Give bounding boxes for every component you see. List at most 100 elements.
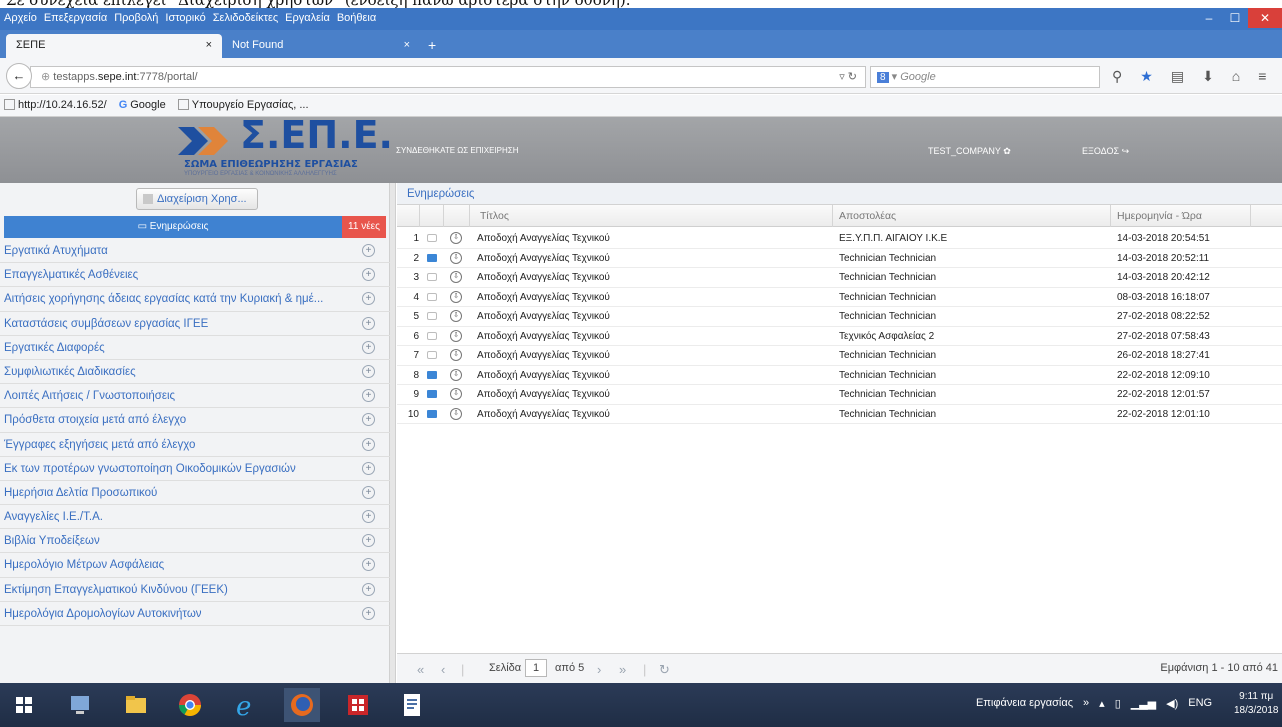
download-icon[interactable]: ⇩ [450, 407, 462, 420]
taskbar-ie[interactable]: e [228, 688, 264, 722]
panel-splitter[interactable] [390, 183, 396, 683]
download-icon[interactable]: ⇩ [450, 290, 462, 303]
menu-edit[interactable]: Επεξεργασία [44, 12, 107, 24]
reload-icon[interactable]: ▿ ↻ [839, 70, 857, 83]
expand-plus-icon[interactable]: + [362, 582, 375, 596]
col-sender[interactable]: Αποστολέας [833, 205, 1111, 227]
sidebar-item[interactable]: Πρόσθετα στοιχεία μετά από έλεγχο + [0, 408, 390, 433]
search-box[interactable]: 8 ▾ Google [870, 66, 1100, 88]
maximize-button[interactable]: ☐ [1222, 8, 1248, 28]
table-row[interactable]: 7 ⇩ Αποδοχή Αναγγελίας Τεχνικού Technician … [397, 346, 1282, 366]
expand-plus-icon[interactable]: + [362, 389, 375, 403]
company-menu[interactable]: TEST_COMPANY ✿ [928, 146, 1011, 157]
bookmark-item[interactable]: G Google [119, 99, 166, 111]
start-button[interactable] [6, 688, 42, 722]
sidebar-item[interactable]: Επαγγελματικές Ασθένειες + [0, 263, 390, 288]
taskbar-chrome[interactable] [172, 688, 208, 722]
page-number-input[interactable]: 1 [525, 659, 547, 677]
bookmark-item[interactable]: Υπουργείο Εργασίας, ... [177, 99, 309, 111]
taskbar-app-icon[interactable] [62, 688, 98, 722]
sidebar-item[interactable]: Ημερολόγια Δρομολογίων Αυτοκινήτων + [0, 602, 390, 626]
tab-not-found[interactable]: Not Found × [222, 34, 420, 58]
bookmark-star-icon[interactable]: ★ [1140, 68, 1153, 85]
expand-plus-icon[interactable]: + [362, 510, 375, 524]
menu-help[interactable]: Βοήθεια [337, 12, 376, 24]
tab-close-icon[interactable]: × [404, 39, 410, 51]
expand-plus-icon[interactable]: + [362, 461, 375, 475]
expand-plus-icon[interactable]: + [362, 534, 375, 548]
sidebar-item[interactable]: Λοιπές Αιτήσεις / Γνωστοποιήσεις + [0, 384, 390, 409]
menu-history[interactable]: Ιστορικό [165, 12, 205, 24]
battery-icon[interactable]: ▯ [1115, 697, 1121, 710]
sepe-logo[interactable]: Σ.ΕΠ.Ε. ΣΩΜΑ ΕΠΙΘΕΩΡΗΣΗΣ ΕΡΓΑΣΙΑΣ ΥΠΟΥΡΓ… [178, 113, 393, 179]
new-tab-button[interactable]: + [428, 37, 436, 53]
language-indicator[interactable]: ENG [1188, 697, 1212, 710]
taskbar-app-red[interactable] [340, 688, 376, 722]
menu-tools[interactable]: Εργαλεία [285, 12, 330, 24]
tab-close-icon[interactable]: × [206, 39, 212, 51]
toolbar-expand-icon[interactable]: » [1083, 697, 1089, 710]
sidebar-item[interactable]: Ημερήσια Δελτία Προσωπικού + [0, 481, 390, 506]
expand-plus-icon[interactable]: + [362, 244, 375, 257]
table-row[interactable]: 10 ⇩ Αποδοχή Αναγγελίας Τεχνικού Technician… [397, 405, 1282, 424]
sidebar-item[interactable]: Καταστάσεις συμβάσεων εργασίας ΙΓΕΕ + [0, 312, 390, 336]
download-icon[interactable]: ⇩ [450, 310, 462, 322]
expand-plus-icon[interactable]: + [362, 413, 375, 427]
sidebar-item[interactable]: Εργατικές Διαφορές + [0, 336, 390, 360]
minimize-button[interactable]: – [1196, 8, 1222, 28]
user-management-button[interactable]: Διαχείριση Χρησ... [136, 188, 258, 210]
table-row[interactable]: 3 ⇩ Αποδοχή Αναγγελίας Τεχνικού Technician … [397, 268, 1282, 288]
tray-up-icon[interactable]: ▴ [1099, 697, 1105, 710]
download-icon[interactable]: ⇩ [450, 232, 462, 244]
sidebar-item[interactable]: Αναγγελίες Ι.Ε./Τ.Α. + [0, 505, 390, 530]
search-icon[interactable]: ⚲ [1112, 68, 1122, 85]
menu-icon[interactable]: ≡ [1258, 68, 1266, 85]
home-icon[interactable]: ⌂ [1232, 68, 1240, 85]
refresh-icon[interactable]: ↻ [659, 662, 670, 678]
download-icon[interactable]: ⇩ [450, 349, 462, 361]
col-date[interactable]: Ημερομηνία - Ώρα [1111, 205, 1251, 227]
close-window-button[interactable]: ✕ [1248, 8, 1282, 28]
expand-plus-icon[interactable]: + [362, 364, 375, 378]
col-title[interactable]: Τίτλος [470, 205, 833, 227]
expand-plus-icon[interactable]: + [362, 606, 375, 620]
next-page-icon[interactable]: › [597, 662, 601, 677]
sidebar-item[interactable]: Βιβλία Υποδείξεων + [0, 529, 390, 554]
sidebar-item[interactable]: Έγγραφες εξηγήσεις μετά από έλεγχο + [0, 433, 390, 457]
menu-view[interactable]: Προβολή [114, 12, 158, 24]
download-icon[interactable]: ⇩ [450, 368, 462, 381]
expand-plus-icon[interactable]: + [362, 437, 375, 451]
table-row[interactable]: 2 ⇩ Αποδοχή Αναγγελίας Τεχνικού Technician … [397, 249, 1282, 268]
bookmarks-list-icon[interactable]: ▤ [1171, 68, 1184, 85]
volume-icon[interactable]: ◀) [1166, 697, 1178, 710]
clock[interactable]: 9:11 πμ 18/3/2018 [1234, 690, 1279, 718]
download-icon[interactable]: ⇩ [450, 251, 462, 264]
desktop-toolbar[interactable]: Επιφάνεια εργασίας [976, 697, 1073, 710]
notifications-header[interactable]: ▭ Ενημερώσεις [4, 216, 342, 238]
menu-file[interactable]: Αρχείο [4, 12, 37, 24]
sidebar-item[interactable]: Εργατικά Ατυχήματα + [0, 239, 390, 264]
back-button[interactable]: ← [6, 63, 32, 89]
sidebar-item[interactable]: Εκ των προτέρων γνωστοποίηση Οικοδομικών… [0, 457, 390, 481]
prev-page-icon[interactable]: ‹ [441, 662, 445, 677]
sidebar-item[interactable]: Ημερολόγιο Μέτρων Ασφάλειας + [0, 553, 390, 578]
download-icon[interactable]: ⇩ [450, 271, 462, 283]
expand-plus-icon[interactable]: + [362, 292, 375, 306]
taskbar-firefox[interactable] [284, 688, 320, 722]
sidebar-item[interactable]: Αιτήσεις χορήγησης άδειας εργασίας κατά … [0, 287, 390, 312]
download-icon[interactable]: ⬇ [1202, 68, 1214, 85]
expand-plus-icon[interactable]: + [362, 268, 375, 282]
first-page-icon[interactable]: « [417, 662, 424, 677]
table-row[interactable]: 8 ⇩ Αποδοχή Αναγγελίας Τεχνικού Technician … [397, 366, 1282, 385]
url-bar[interactable]: ⊕ testapps.sepe.int:7778/portal/ ▿ ↻ [30, 66, 866, 88]
last-page-icon[interactable]: » [619, 662, 626, 677]
logout-link[interactable]: ΕΞΟΔΟΣ ↪ [1082, 146, 1129, 157]
search-engine-dropdown-icon[interactable]: ▾ [892, 71, 898, 83]
table-row[interactable]: 5 ⇩ Αποδοχή Αναγγελίας Τεχνικού Technician … [397, 307, 1282, 327]
table-row[interactable]: 1 ⇩ Αποδοχή Αναγγελίας Τεχνικού ΕΞ.Υ.Π.Π. Α… [397, 229, 1282, 249]
sidebar-item[interactable]: Συμφιλιωτικές Διαδικασίες + [0, 360, 390, 385]
expand-plus-icon[interactable]: + [362, 558, 375, 572]
download-icon[interactable]: ⇩ [450, 388, 462, 400]
expand-plus-icon[interactable]: + [362, 316, 375, 330]
bookmark-item[interactable]: http://10.24.16.52/ [4, 99, 107, 111]
